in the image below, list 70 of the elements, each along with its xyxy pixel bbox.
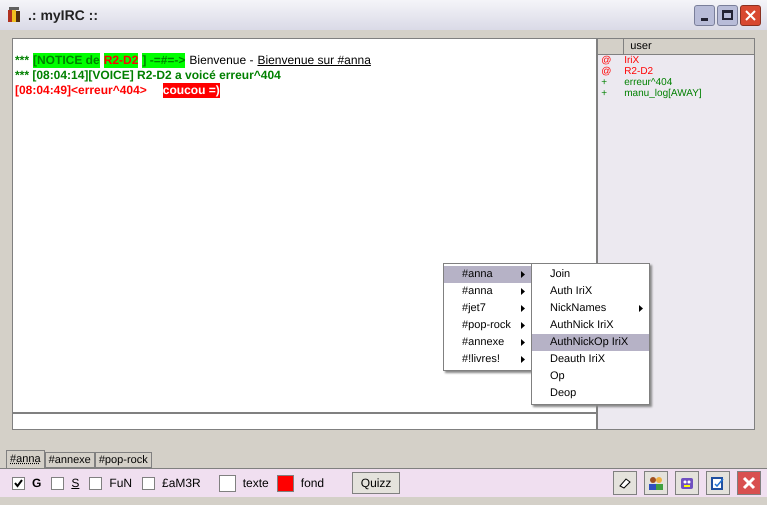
menu-item[interactable]: #anna xyxy=(444,283,531,300)
edit-button[interactable] xyxy=(706,471,730,495)
chat-text: [NOTICE de xyxy=(33,53,100,68)
checkbox-label: S xyxy=(71,475,80,492)
submenu-arrow-icon xyxy=(639,305,643,312)
submenu-arrow-icon xyxy=(521,322,525,329)
maximize-button[interactable] xyxy=(717,4,738,26)
user-prefix: + xyxy=(600,77,608,88)
submenu-arrow-icon xyxy=(521,339,525,346)
channel-tab[interactable]: #pop-rock xyxy=(94,452,152,468)
checkbox[interactable] xyxy=(142,476,156,490)
checkbox[interactable] xyxy=(51,476,64,490)
checkbox-label: FuN xyxy=(109,475,132,492)
submenu-arrow-icon xyxy=(521,356,525,363)
column-header: user xyxy=(629,39,653,54)
close-icon xyxy=(742,476,756,490)
chat-text[interactable]: Bienvenue sur #anna xyxy=(257,53,371,68)
chat-text: coucou =) xyxy=(162,83,220,98)
robot-button[interactable] xyxy=(675,471,699,495)
checkbox[interactable] xyxy=(12,476,25,490)
chat-text: Bienvenue - xyxy=(189,53,254,68)
menu-item[interactable]: #jet7 xyxy=(444,300,531,317)
user-name[interactable]: manu_log[AWAY] xyxy=(624,88,702,99)
menu-item[interactable]: Deop xyxy=(532,385,649,402)
menu-item[interactable]: Deauth IriX xyxy=(532,351,649,368)
chat-text: *** xyxy=(15,53,30,68)
window-title: .: myIRC :: xyxy=(28,6,98,25)
close-button[interactable] xyxy=(740,4,761,26)
menu-item[interactable]: #!livres! xyxy=(444,351,531,368)
checklist-icon xyxy=(710,475,726,491)
chat-text: [08:04:49]<erreur^404> xyxy=(15,83,147,98)
user-name[interactable]: erreur^404 xyxy=(624,77,672,88)
color-swatch[interactable] xyxy=(276,474,294,492)
menu-item[interactable]: #anna xyxy=(444,266,531,283)
channel-tab[interactable]: #anna xyxy=(6,450,45,468)
color-swatch[interactable] xyxy=(218,474,236,492)
close-icon xyxy=(745,10,756,20)
checkbox-label: G xyxy=(32,475,42,492)
eraser-icon xyxy=(618,476,632,490)
submenu-arrow-icon xyxy=(521,271,525,278)
user-prefix: + xyxy=(600,88,608,99)
robot-icon xyxy=(679,475,695,491)
users-icon xyxy=(647,475,665,491)
user-prefix: @ xyxy=(600,55,612,66)
menu-item[interactable]: Auth IriX xyxy=(532,283,649,300)
checkbox[interactable] xyxy=(89,476,102,490)
chat-text: ] -=#=-> xyxy=(142,53,186,68)
user-prefix: @ xyxy=(600,66,612,77)
menu-item[interactable]: NickNames xyxy=(532,300,649,317)
eraser-button[interactable] xyxy=(613,471,637,495)
color-label: texte xyxy=(242,475,269,492)
color-label: fond xyxy=(300,475,324,492)
submenu-arrow-icon xyxy=(521,305,525,312)
submenu-arrow-icon xyxy=(521,288,525,295)
chat-text: *** [08:04:14][VOICE] R2-D2 a voicé erreur^404 xyxy=(15,68,281,83)
menu-item[interactable]: AuthNickOp IriX xyxy=(532,334,649,351)
menu-item[interactable]: #annexe xyxy=(444,334,531,351)
menu-item[interactable]: Join xyxy=(532,266,649,283)
app-icon xyxy=(6,6,22,24)
users-button[interactable] xyxy=(644,471,668,495)
minimize-button[interactable] xyxy=(694,4,715,26)
message-input-field[interactable] xyxy=(12,413,598,430)
menu-item[interactable]: Op xyxy=(532,368,649,385)
chat-text: R2-D2 xyxy=(104,53,138,68)
quiz-button[interactable]: Quizz xyxy=(352,472,400,494)
menu-item[interactable]: AuthNick IriX xyxy=(532,317,649,334)
close-button[interactable] xyxy=(737,471,761,495)
channel-tab[interactable]: #annexe xyxy=(44,452,95,468)
menu-item[interactable]: #pop-rock xyxy=(444,317,531,334)
checkbox-label: £aM3R xyxy=(162,475,201,492)
